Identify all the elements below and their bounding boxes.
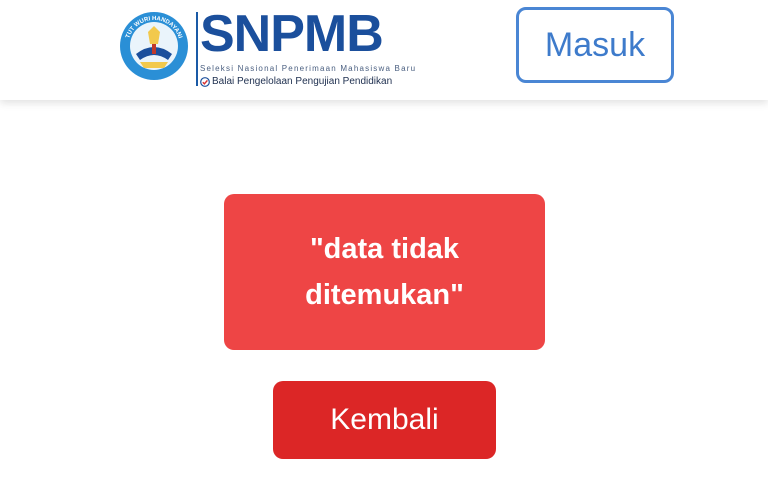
logo-org-label: Balai Pengelolaan Pengujian Pendidikan bbox=[212, 76, 393, 87]
snpmb-logo[interactable]: TUT WURI HANDAYANI SNPMB Seleksi Nasiona… bbox=[118, 5, 418, 88]
logo-title: SNPMB bbox=[200, 5, 384, 63]
check-badge-icon bbox=[200, 76, 210, 87]
back-button-label: Kembali bbox=[330, 403, 439, 436]
logo-subtitle: Seleksi Nasional Penerimaan Mahasiswa Ba… bbox=[200, 64, 417, 73]
login-button-label: Masuk bbox=[544, 25, 646, 64]
logo-divider bbox=[196, 12, 198, 86]
logo-org: Balai Pengelolaan Pengujian Pendidikan bbox=[200, 76, 392, 87]
error-message: "data tidak ditemukan" bbox=[305, 233, 464, 311]
login-button[interactable]: Masuk bbox=[516, 7, 674, 83]
header: TUT WURI HANDAYANI SNPMB Seleksi Nasiona… bbox=[0, 0, 768, 100]
error-message-box: "data tidak ditemukan" bbox=[224, 194, 545, 350]
tut-wuri-handayani-emblem-icon: TUT WURI HANDAYANI bbox=[120, 12, 188, 80]
back-button[interactable]: Kembali bbox=[273, 381, 496, 459]
